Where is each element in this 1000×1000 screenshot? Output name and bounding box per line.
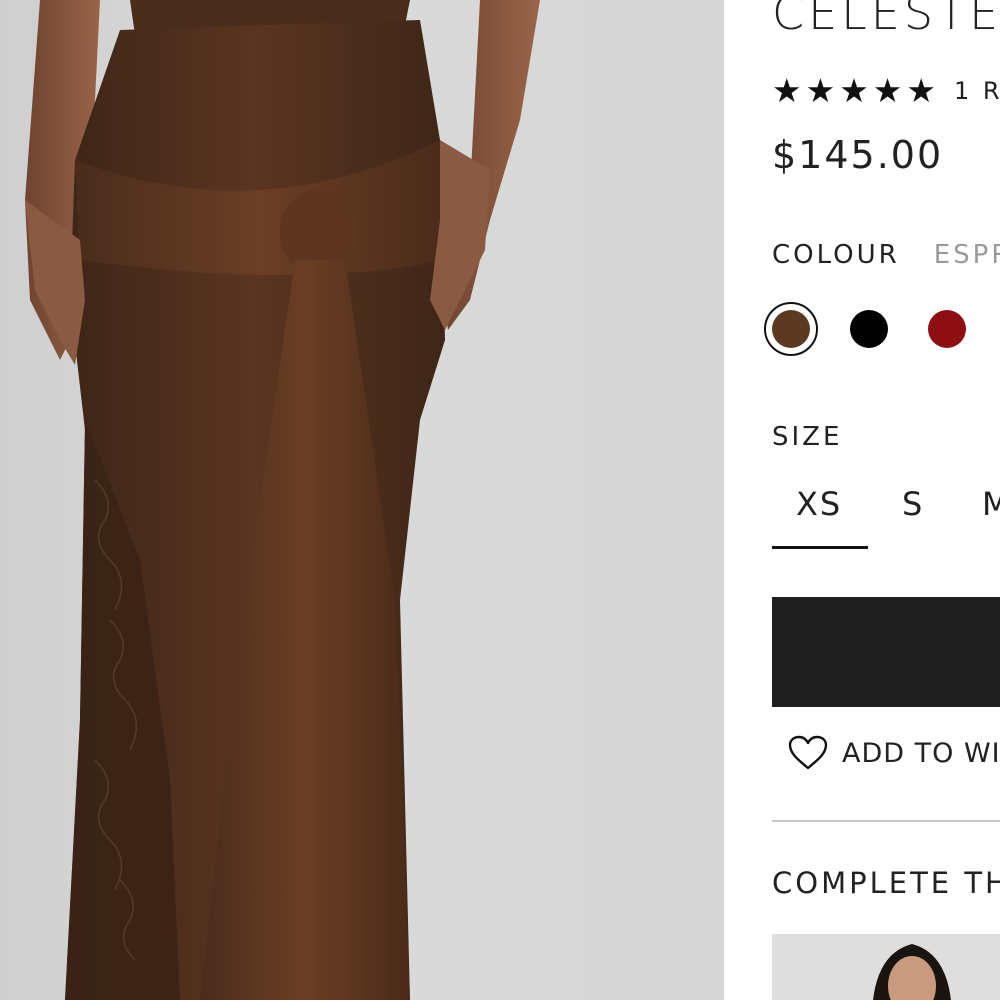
product-image[interactable] [0,0,724,1000]
section-divider [772,820,1000,822]
product-title: CELESTE [772,0,1000,40]
star-icon: ★ [805,71,836,110]
add-to-wishlist-link[interactable]: ADD TO WIS [788,735,1000,771]
complete-the-look-thumbnail[interactable] [772,934,1000,1000]
star-icon: ★ [872,71,903,110]
size-option-xs[interactable]: XS [796,485,842,523]
product-rating[interactable]: ★ ★ ★ ★ ★ 1 R [772,72,1000,110]
star-icon: ★ [906,71,936,110]
product-price: $145.00 [772,133,944,177]
selected-colour-name: ESPR [933,240,1000,270]
swatch-espresso[interactable] [772,310,810,348]
swatch-red[interactable] [928,310,966,348]
star-icon: ★ [839,71,869,110]
product-details-panel: CELESTE ★ ★ ★ ★ ★ 1 R $145.00 COLOUR ESPR… [724,0,1000,1000]
heart-icon [788,735,828,770]
complete-the-look-heading: COMPLETE TH [772,866,1000,900]
wishlist-label: ADD TO WIS [842,737,1000,769]
product-photo-illustration [25,0,540,1000]
star-icon: ★ [772,71,802,110]
swatch-black[interactable] [850,310,888,348]
star-rating: ★ ★ ★ ★ ★ [772,72,936,110]
colour-label: COLOUR [772,240,900,270]
size-option-s[interactable]: S [902,485,924,523]
review-count-link[interactable]: 1 R [954,77,1000,105]
colour-swatches [764,302,1000,362]
thumbnail-illustration [772,934,1000,1000]
colour-selector-label: COLOUR ESPR [772,240,1000,270]
size-option-m[interactable]: M [982,485,1000,523]
selected-size-indicator [772,546,868,549]
size-label: SIZE [772,422,843,452]
add-to-bag-button[interactable] [772,597,1000,707]
